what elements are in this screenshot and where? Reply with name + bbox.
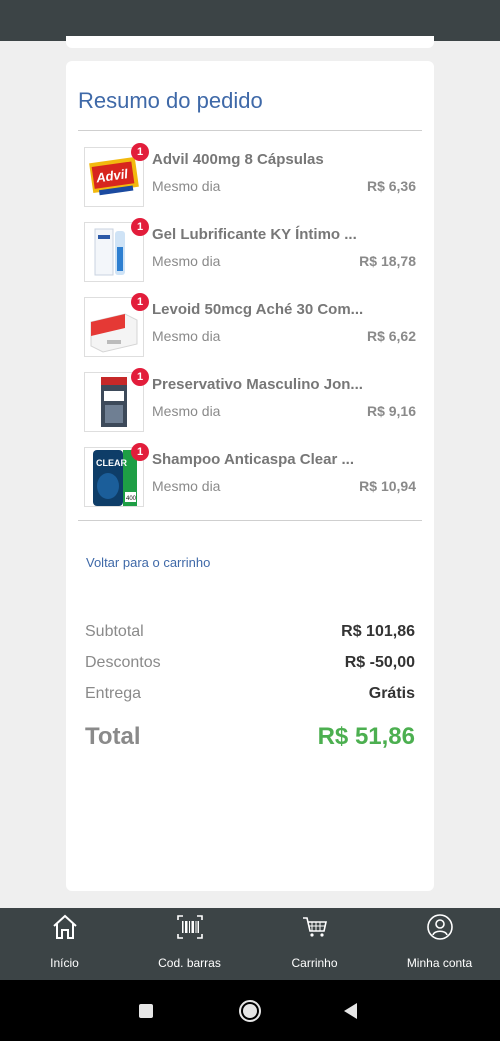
nav-home[interactable]: Início: [2, 908, 127, 980]
item-price: R$ 6,62: [366, 328, 416, 344]
bottom-navigation: Início Cod. barras Carrinho Minha conta: [0, 908, 500, 980]
home-button-icon[interactable]: [238, 999, 262, 1023]
quantity-badge: 1: [131, 143, 149, 161]
item-price: R$ 18,78: [359, 253, 416, 269]
quantity-badge: 1: [131, 368, 149, 386]
discount-value: R$ -50,00: [344, 654, 415, 671]
barcode-icon: [176, 915, 203, 939]
quantity-badge: 1: [131, 443, 149, 461]
subtotal-label: Subtotal: [85, 623, 144, 640]
item-name: Levoid 50mcg Aché 30 Com...: [152, 301, 364, 318]
recents-button-icon[interactable]: [139, 1004, 153, 1018]
item-delivery: Mesmo dia: [152, 328, 221, 344]
page-title: Resumo do pedido: [78, 88, 263, 113]
item-delivery: Mesmo dia: [152, 253, 221, 269]
delivery-label: Entrega: [85, 685, 142, 702]
home-icon: [52, 914, 77, 939]
nav-barcode[interactable]: Cod. barras: [127, 908, 252, 980]
item-name: Advil 400mg 8 Cápsulas: [152, 151, 324, 168]
item-name: Gel Lubrificante KY Íntimo ...: [152, 226, 357, 243]
quantity-badge: 1: [131, 218, 149, 236]
delivery-value: Grátis: [368, 685, 415, 702]
back-button-icon[interactable]: [342, 1002, 360, 1020]
quantity-badge: 1: [131, 293, 149, 311]
subtotal-value: R$ 101,86: [341, 623, 415, 640]
item-name: Preservativo Masculino Jon...: [152, 376, 363, 393]
item-delivery: Mesmo dia: [152, 178, 221, 194]
order-item: 1 Gel Lubrificante KY Íntimo ... Mesmo d…: [78, 218, 422, 288]
status-bar: [0, 0, 500, 41]
order-item: 1 Levoid 50mcg Aché 30 Com... Mesmo dia …: [78, 293, 422, 363]
order-summary-card: Resumo do pedido Advil 1 Advil 400mg 8 C…: [66, 61, 434, 891]
nav-label: Carrinho: [291, 956, 338, 970]
nav-cart[interactable]: Carrinho: [252, 908, 377, 980]
clear-logo-text: CLEAR: [96, 458, 127, 468]
order-item: Advil 1 Advil 400mg 8 Cápsulas Mesmo dia…: [78, 143, 422, 213]
system-navigation-bar: [0, 980, 500, 1041]
order-item: CLEAR 400 1 Shampoo Anticaspa Clear ... …: [78, 443, 422, 513]
divider: [78, 130, 422, 131]
cart-icon: [302, 917, 327, 937]
previous-card-edge: [66, 36, 434, 48]
item-price: R$ 10,94: [359, 478, 416, 494]
discount-label: Descontos: [85, 654, 161, 671]
back-to-cart-link[interactable]: Voltar para o carrinho: [86, 555, 210, 570]
item-name: Shampoo Anticaspa Clear ...: [152, 451, 354, 468]
item-price: R$ 6,36: [366, 178, 416, 194]
nav-account[interactable]: Minha conta: [377, 908, 500, 980]
account-icon: [426, 914, 453, 940]
nav-label: Minha conta: [406, 956, 473, 970]
order-item: 1 Preservativo Masculino Jon... Mesmo di…: [78, 368, 422, 438]
item-price: R$ 9,16: [366, 403, 416, 419]
total-value: R$ 51,86: [317, 723, 415, 750]
shampoo-size-text: 400: [126, 496, 137, 502]
item-delivery: Mesmo dia: [152, 403, 221, 419]
nav-label: Início: [50, 956, 79, 970]
item-delivery: Mesmo dia: [152, 478, 221, 494]
total-label: Total: [85, 723, 141, 750]
nav-label: Cod. barras: [158, 956, 221, 970]
divider: [78, 520, 422, 521]
